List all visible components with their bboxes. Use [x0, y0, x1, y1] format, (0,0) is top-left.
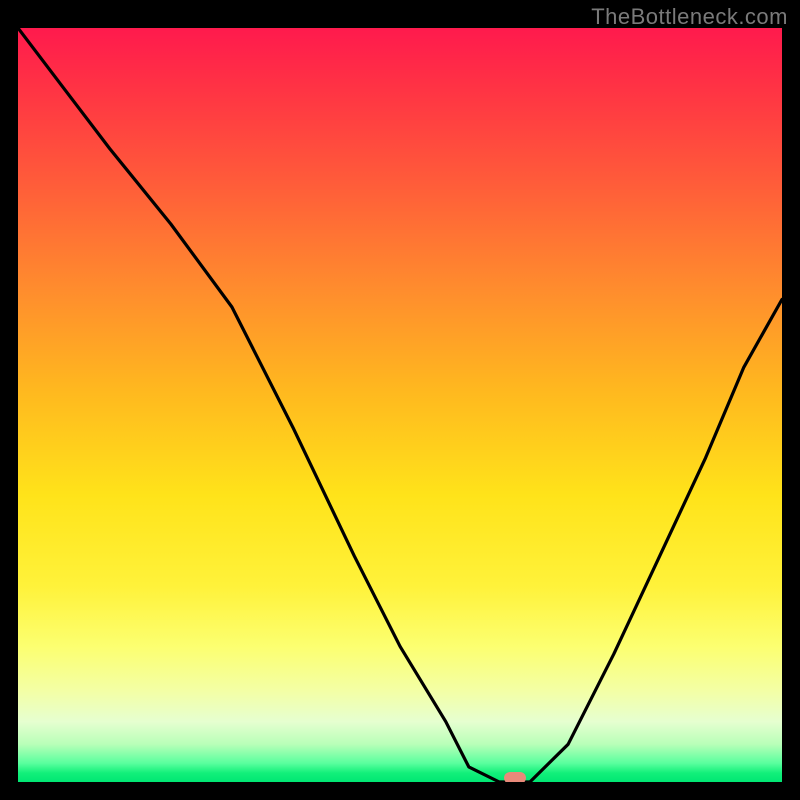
watermark-text: TheBottleneck.com [591, 4, 788, 30]
chart-frame: TheBottleneck.com [0, 0, 800, 800]
bottleneck-curve [18, 28, 782, 782]
optimal-point-marker [504, 772, 526, 782]
plot-area [18, 28, 782, 782]
